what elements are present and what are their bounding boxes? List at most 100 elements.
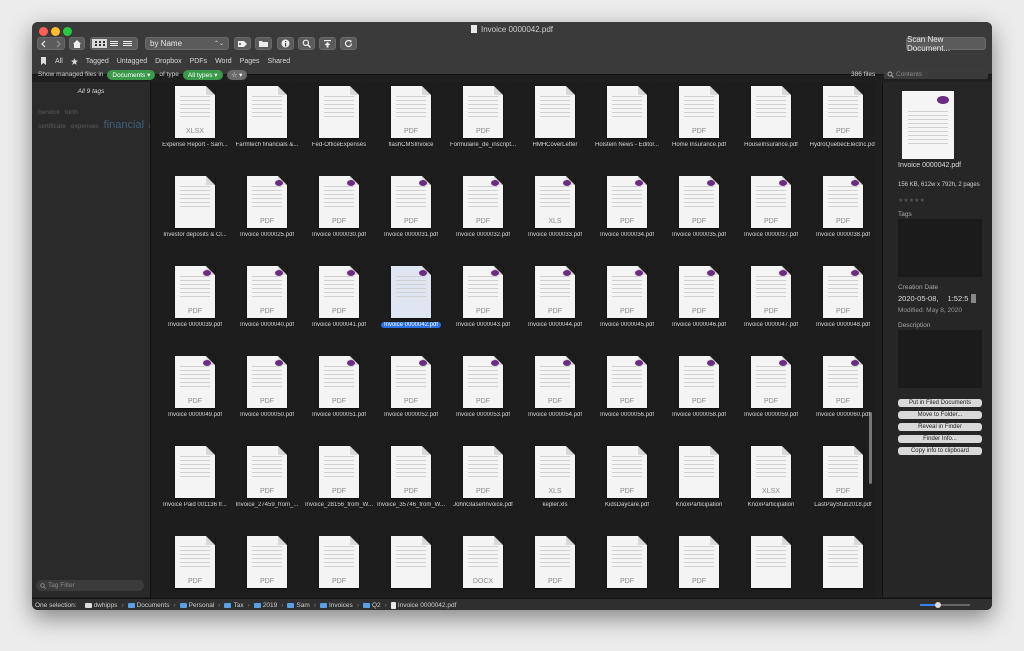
file-item[interactable]: Fed-OfficeExpenses — [303, 86, 375, 174]
file-item[interactable]: PDF Invoice 0000038.pdf — [807, 176, 875, 264]
file-item[interactable]: PDF Invoice 0000050.pdf — [231, 356, 303, 444]
filter-tagged[interactable]: Tagged — [86, 58, 109, 65]
refresh-button[interactable] — [340, 37, 357, 50]
file-item[interactable]: PDF — [591, 536, 663, 597]
tag-financial[interactable]: financial — [104, 119, 144, 131]
file-item[interactable]: PDF — [663, 536, 735, 597]
file-item[interactable]: PDF Invoice 0000048.pdf — [807, 266, 875, 354]
creation-date-field[interactable]: 2020-05-08, 1:52:5 — [898, 294, 976, 303]
reveal-in-finder-button[interactable]: Reveal in Finder — [898, 423, 982, 431]
file-item[interactable]: PDF Invoice_27459_from_... — [231, 446, 303, 534]
date-stepper[interactable] — [970, 294, 976, 303]
file-item[interactable]: PDF — [159, 536, 231, 597]
info-button[interactable] — [277, 37, 294, 50]
scan-new-document-button[interactable]: Scan New Document... — [906, 35, 986, 53]
file-item[interactable] — [375, 536, 447, 597]
contents-search-field[interactable]: Contents — [884, 69, 988, 79]
breadcrumb-item[interactable]: Personal › — [179, 602, 220, 609]
file-item[interactable]: PDF JohnGlaserInvoice.pdf — [447, 446, 519, 534]
sort-select[interactable]: by Name ⌃⌄ — [145, 37, 229, 50]
file-item[interactable]: Invoice Paid 001136 fr... — [159, 446, 231, 534]
file-item[interactable]: PDF Invoice_35746_from_W... — [375, 446, 447, 534]
file-item[interactable]: Investor deposits & Cl... — [159, 176, 231, 264]
home-button[interactable] — [69, 37, 85, 50]
file-item[interactable]: PDF Invoice 0000054.pdf — [519, 356, 591, 444]
file-item[interactable]: Holstein News - Editor... — [591, 86, 663, 174]
file-item[interactable]: PDF Invoice 0000030.pdf — [303, 176, 375, 264]
file-item[interactable]: XLSX Expense Report - Sam... — [159, 86, 231, 174]
star-icon[interactable] — [70, 57, 78, 65]
breadcrumb-item[interactable]: dwhipps › — [84, 602, 124, 609]
file-item[interactable]: PDF Invoice 0000034.pdf — [591, 176, 663, 264]
file-item[interactable] — [735, 536, 807, 597]
folder-button[interactable] — [255, 37, 272, 50]
file-item[interactable]: PDF Invoice 0000056.pdf — [591, 356, 663, 444]
breadcrumb-item[interactable]: Q2 › — [362, 602, 387, 609]
filter-pdfs[interactable]: PDFs — [190, 58, 208, 65]
file-item[interactable]: PDF Invoice 0000053.pdf — [447, 356, 519, 444]
finder-info-button[interactable]: Finder Info... — [898, 435, 982, 443]
file-item[interactable]: Invoice 0000042.pdf — [375, 266, 447, 354]
filter-untagged[interactable]: Untagged — [117, 58, 147, 65]
file-item[interactable]: XLS Invoice 0000033.pdf — [519, 176, 591, 264]
tag-button[interactable] — [234, 37, 251, 50]
filter-shared[interactable]: Shared — [268, 58, 291, 65]
bookmark-icon[interactable] — [40, 57, 47, 65]
type-select[interactable]: All types ▾ — [182, 69, 223, 80]
file-item[interactable]: PDF Invoice 0000040.pdf — [231, 266, 303, 354]
file-item[interactable]: PDF Home Insurance.pdf — [663, 86, 735, 174]
file-item[interactable]: PDF Invoice 0000059.pdf — [735, 356, 807, 444]
file-item[interactable]: PDF Invoice 0000052.pdf — [375, 356, 447, 444]
file-item[interactable]: PDF Invoice 0000044.pdf — [519, 266, 591, 354]
file-item[interactable]: HMHCoverLetter — [519, 86, 591, 174]
tag-expenses[interactable]: expenses — [71, 123, 99, 130]
file-item[interactable]: PDF Invoice 0000049.pdf — [159, 356, 231, 444]
file-item[interactable] — [807, 536, 875, 597]
file-item[interactable]: XLSX KnoxParticipation — [735, 446, 807, 534]
tag-filter-field[interactable]: Tag Filter — [36, 580, 144, 591]
file-item[interactable]: PDF flashCMSInvoice — [375, 86, 447, 174]
file-item[interactable]: Farmtech financials &... — [231, 86, 303, 174]
file-item[interactable]: PDF Invoice 0000060.pdf — [807, 356, 875, 444]
file-item[interactable]: XLS kepler.xls — [519, 446, 591, 534]
breadcrumb-item[interactable]: Tax › — [224, 602, 250, 609]
file-item[interactable]: PDF Formulaire_de_inscript... — [447, 86, 519, 174]
filter-word[interactable]: Word — [215, 58, 232, 65]
file-item[interactable]: PDF Invoice 0000058.pdf — [663, 356, 735, 444]
file-item[interactable]: PDF — [303, 536, 375, 597]
file-item[interactable]: DOCX — [447, 536, 519, 597]
file-item[interactable]: PDF Invoice_28156_from_W... — [303, 446, 375, 534]
description-field[interactable] — [898, 330, 982, 388]
breadcrumb-item[interactable]: 2019 › — [253, 602, 283, 609]
file-item[interactable]: PDF Invoice 0000032.pdf — [447, 176, 519, 264]
file-item[interactable]: HouseInsurance.pdf — [735, 86, 807, 174]
file-item[interactable]: PDF KidsDaycare.pdf — [591, 446, 663, 534]
file-item[interactable]: PDF Invoice 0000047.pdf — [735, 266, 807, 354]
rating-filter-select[interactable]: ☆ ▾ — [226, 69, 248, 80]
rating-stars[interactable]: ★★★★★ — [898, 197, 925, 204]
view-mode-segmented[interactable] — [90, 37, 138, 50]
zoom-slider-knob[interactable] — [934, 602, 941, 608]
put-in-filed-documents-button[interactable]: Put in Filed Documents — [898, 399, 982, 407]
file-item[interactable]: PDF Invoice 0000035.pdf — [663, 176, 735, 264]
copy-info-to-clipboard-button[interactable]: Copy info to clipboard — [898, 447, 982, 455]
tags-field[interactable] — [898, 219, 982, 277]
filter-all[interactable]: All — [55, 58, 63, 65]
breadcrumb-item[interactable]: Invoice 0000042.pdf — [390, 601, 456, 609]
file-item[interactable]: PDF — [519, 536, 591, 597]
tag-berwick[interactable]: berwick — [38, 109, 60, 116]
all-tags-header[interactable]: All 9 tags — [32, 88, 150, 95]
file-item[interactable]: PDF Invoice 0000039.pdf — [159, 266, 231, 354]
file-item[interactable]: PDF Invoice 0000051.pdf — [303, 356, 375, 444]
file-item[interactable]: PDF HydroQuebecElectric.pdf — [807, 86, 875, 174]
file-item[interactable]: PDF Invoice 0000041.pdf — [303, 266, 375, 354]
back-forward-buttons[interactable] — [37, 37, 65, 50]
filter-dropbox[interactable]: Dropbox — [155, 58, 181, 65]
search-button[interactable] — [298, 37, 315, 50]
file-item[interactable]: PDF Invoice 0000031.pdf — [375, 176, 447, 264]
file-item[interactable]: PDF Invoice 0000046.pdf — [663, 266, 735, 354]
breadcrumb-item[interactable]: Sam › — [287, 602, 316, 609]
file-item[interactable]: PDF LastPayStub2018.pdf — [807, 446, 875, 534]
breadcrumb-item[interactable]: Invoices › — [319, 602, 359, 609]
zoom-slider[interactable] — [920, 602, 970, 608]
